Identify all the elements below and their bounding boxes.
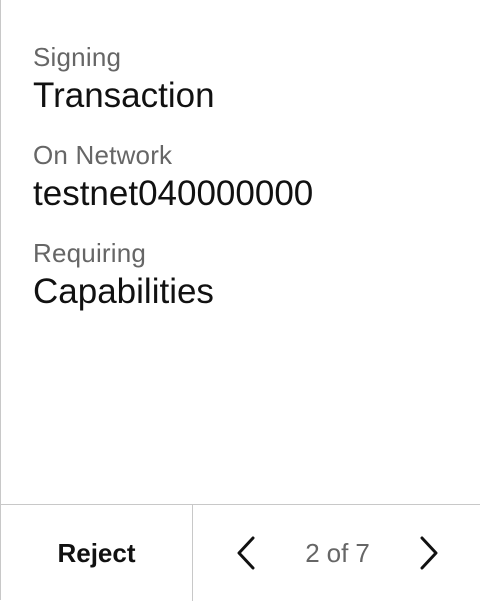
pagination-control: 2 of 7 (193, 505, 480, 601)
transaction-details: Signing Transaction On Network testnet04… (33, 40, 460, 334)
signing-label: Signing (33, 42, 122, 72)
signing-field: Signing Transaction (33, 40, 460, 118)
current-page: 2 (305, 537, 320, 568)
reject-button[interactable]: Reject (1, 505, 193, 601)
chevron-left-icon[interactable] (231, 531, 261, 575)
signing-review-screen: Signing Transaction On Network testnet04… (0, 0, 480, 601)
page-indicator: 2 of 7 (305, 538, 370, 569)
network-field: On Network testnet040000000 (33, 138, 460, 216)
network-value: testnet040000000 (33, 174, 314, 213)
action-bar: Reject 2 of 7 (1, 504, 480, 601)
requirement-field: Requiring Capabilities (33, 236, 460, 314)
network-label: On Network (33, 140, 173, 170)
signing-value: Transaction (33, 76, 215, 115)
chevron-right-icon[interactable] (414, 531, 444, 575)
requirement-label: Requiring (33, 238, 147, 268)
requirement-value: Capabilities (33, 272, 214, 311)
total-pages: 7 (355, 537, 370, 568)
page-separator: of (326, 537, 349, 568)
